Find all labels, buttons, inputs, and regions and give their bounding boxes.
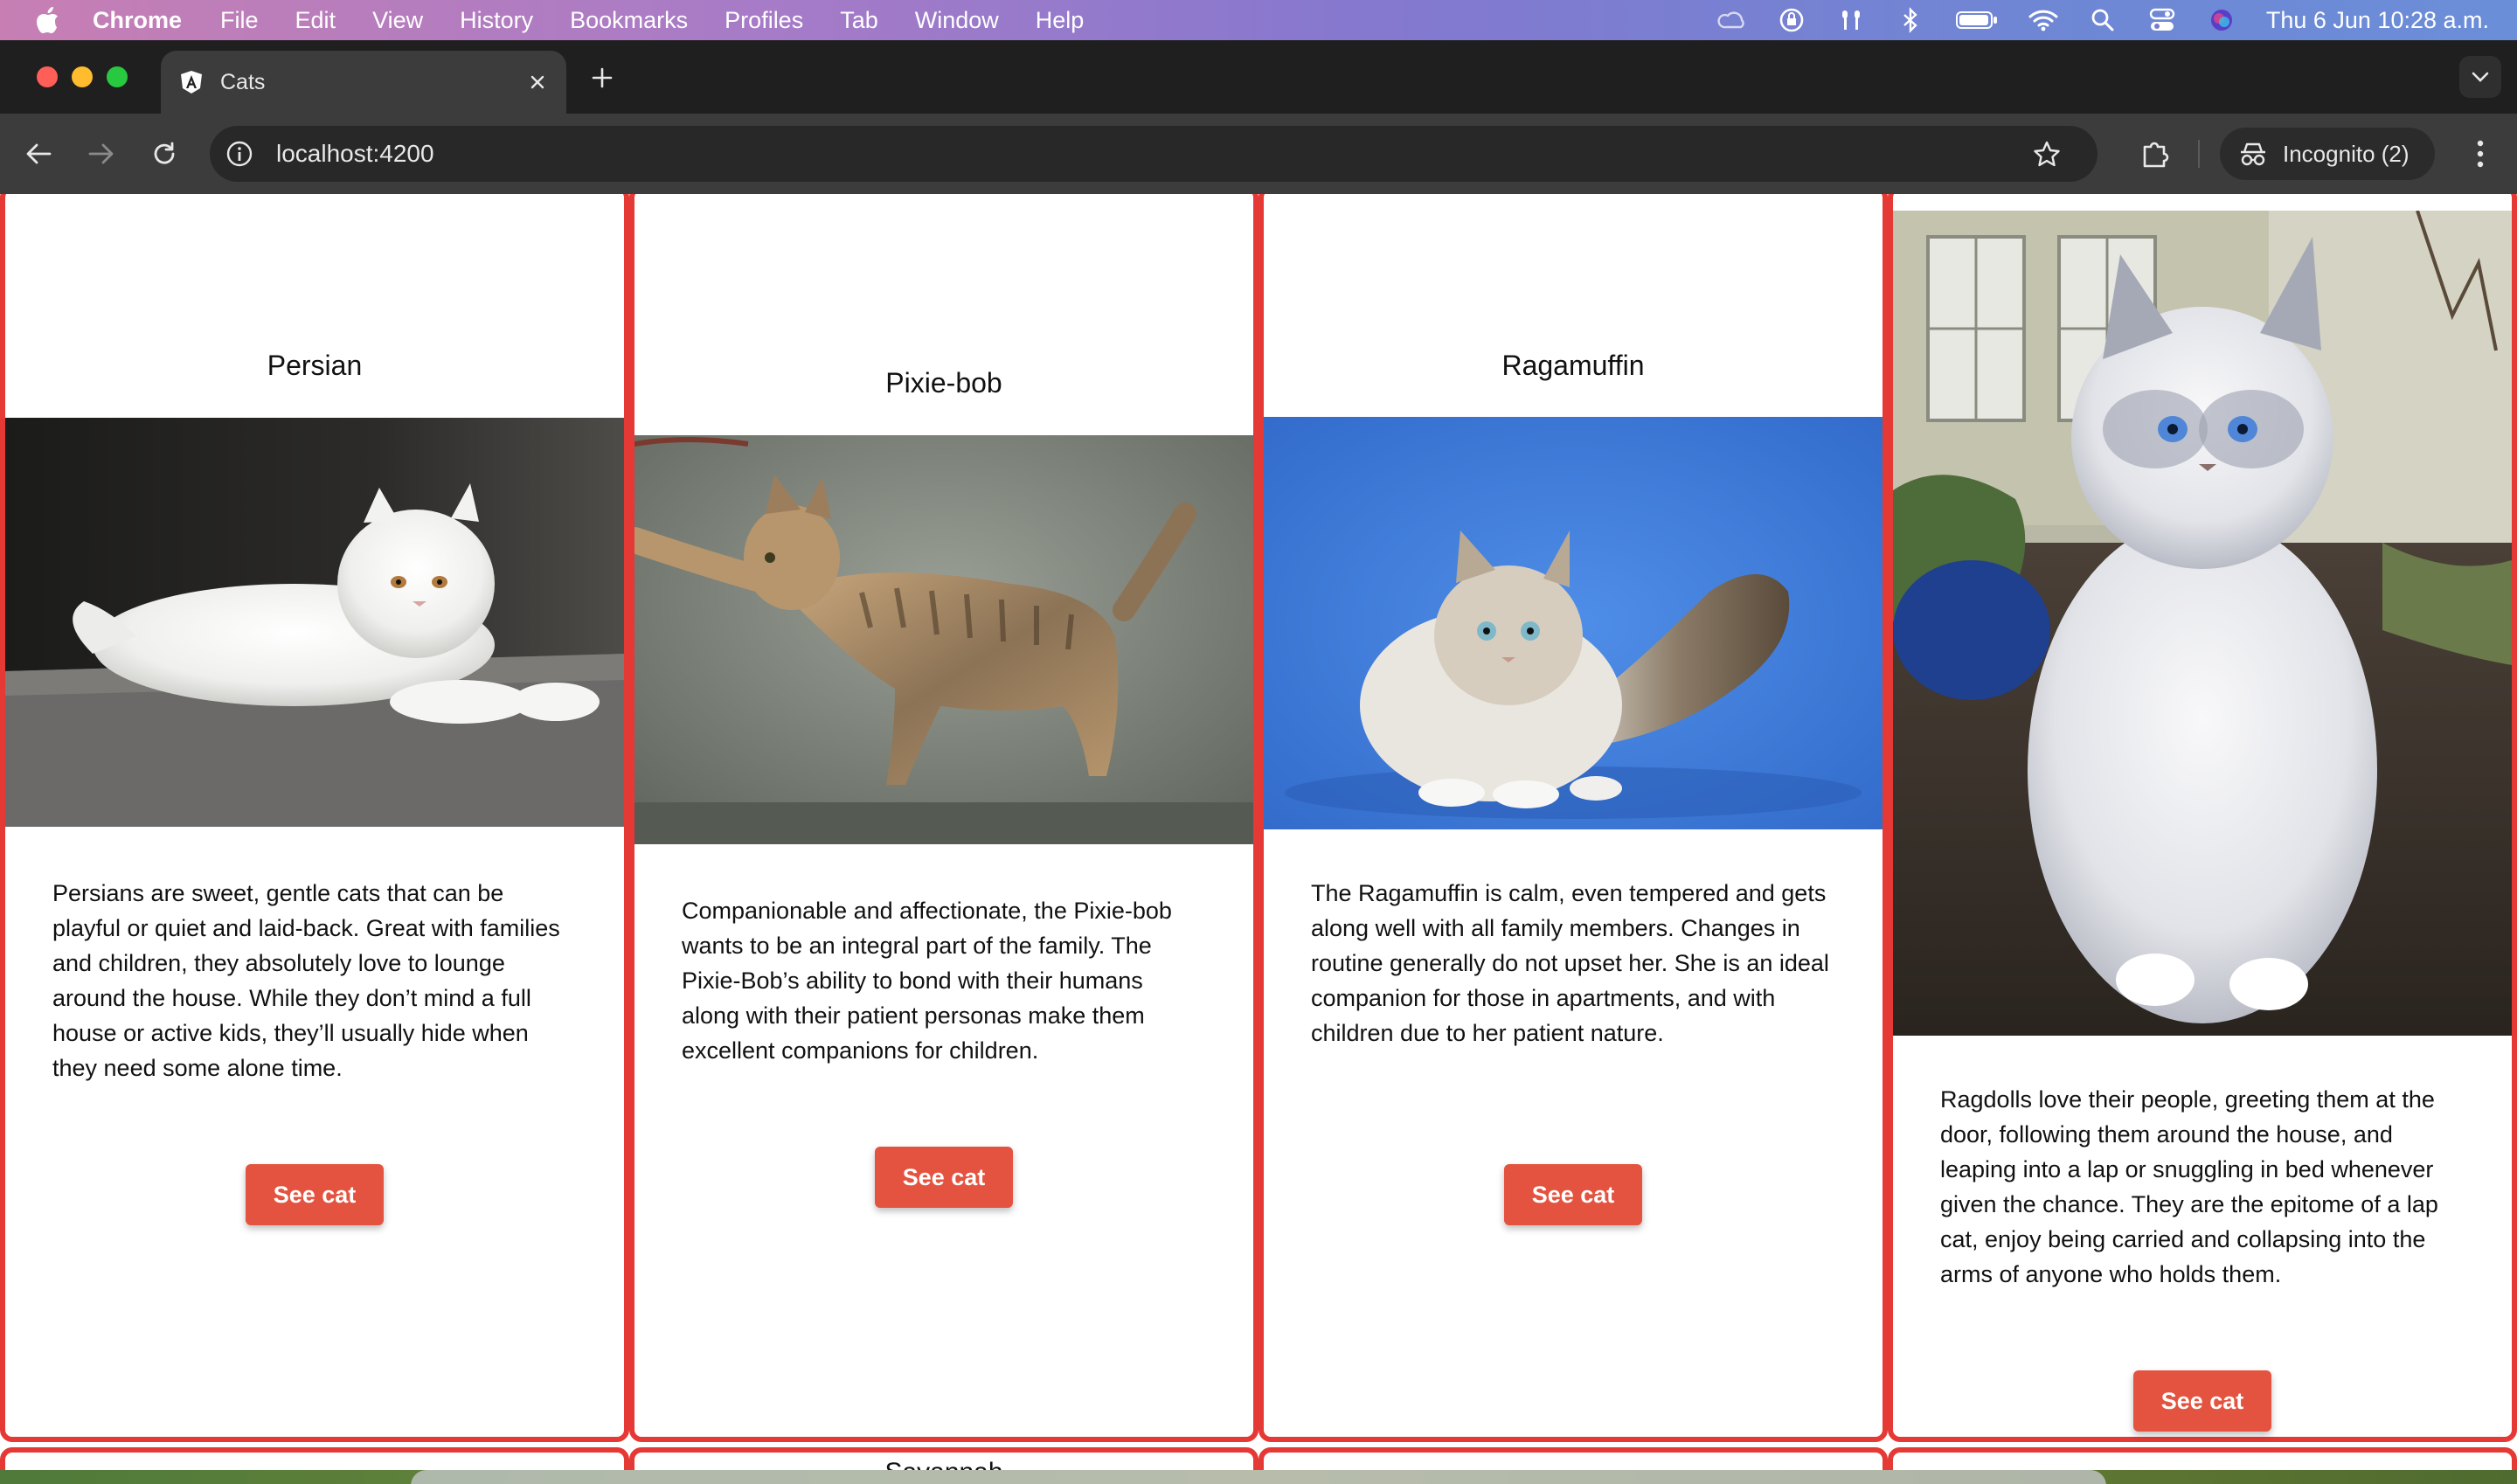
wifi-icon[interactable] — [2028, 7, 2058, 33]
card-title: Ragamuffin — [1501, 350, 1645, 381]
airpods-icon[interactable] — [1836, 7, 1866, 33]
bluetooth-icon[interactable] — [1896, 7, 1925, 33]
window-zoom-button[interactable] — [107, 66, 128, 87]
vpn-icon[interactable] — [1777, 7, 1806, 33]
reload-icon[interactable] — [147, 136, 182, 171]
white-persian-cat-photo — [5, 418, 624, 827]
chrome-toolbar: localhost:4200 Incognito (2) — [0, 114, 2517, 194]
menu-window[interactable]: Window — [915, 7, 999, 34]
control-center-icon[interactable] — [2147, 7, 2177, 33]
card-title: Persian — [267, 350, 363, 381]
see-cat-button[interactable]: See cat — [875, 1147, 1013, 1208]
ragdoll-cat-photo — [1893, 211, 2512, 1036]
apple-logo-icon[interactable] — [35, 6, 59, 34]
menu-history[interactable]: History — [460, 7, 533, 34]
incognito-profile-button[interactable]: Incognito (2) — [2220, 128, 2435, 180]
new-tab-plus-icon[interactable] — [587, 63, 617, 93]
window-close-button[interactable] — [37, 66, 58, 87]
bookmark-star-icon[interactable] — [2029, 136, 2064, 171]
menu-bar-clock[interactable]: Thu 6 Jun 10:28 a.m. — [2266, 7, 2489, 34]
menu-bookmarks[interactable]: Bookmarks — [570, 7, 688, 34]
spotlight-icon[interactable] — [2088, 7, 2118, 33]
tab-title: Cats — [220, 69, 266, 94]
url-text[interactable]: localhost:4200 — [276, 140, 2029, 168]
card-description: Companionable and affectionate, the Pixi… — [682, 898, 1172, 1064]
menu-profiles[interactable]: Profiles — [725, 7, 803, 34]
extensions-puzzle-icon[interactable] — [2136, 135, 2174, 173]
address-bar[interactable]: localhost:4200 — [210, 126, 2098, 182]
chrome-tab-strip: Cats — [0, 40, 2517, 114]
toolbar-divider — [2198, 140, 2200, 168]
see-cat-button[interactable]: See cat — [246, 1164, 384, 1225]
chrome-menu-kebab-icon[interactable] — [2463, 135, 2498, 173]
menu-help[interactable]: Help — [1036, 7, 1085, 34]
creative-cloud-icon[interactable] — [1717, 7, 1747, 33]
page-viewport[interactable]: Persian Persians are sweet, gentle cats … — [0, 194, 2517, 1484]
cat-card-persian: Persian Persians are sweet, gentle cats … — [0, 194, 629, 1442]
menu-edit[interactable]: Edit — [295, 7, 336, 34]
incognito-icon — [2241, 142, 2265, 166]
see-cat-button[interactable]: See cat — [1504, 1164, 1642, 1225]
tabby-pixie-bob-cat-photo — [634, 435, 1253, 844]
tab-close-icon[interactable] — [524, 69, 551, 95]
incognito-label: Incognito (2) — [2283, 140, 2410, 167]
menu-tab[interactable]: Tab — [840, 7, 878, 34]
menu-app-chrome[interactable]: Chrome — [93, 7, 182, 34]
menu-bar-status-area: Thu 6 Jun 10:28 a.m. — [1717, 0, 2517, 40]
site-info-icon[interactable] — [224, 138, 255, 170]
tab-search-chevron-down-icon[interactable] — [2459, 56, 2501, 98]
card-title: Pixie-bob — [885, 367, 1002, 399]
angular-favicon-icon — [181, 71, 202, 94]
macos-menu-bar: Chrome File Edit View History Bookmarks … — [0, 0, 2517, 40]
cat-card-ragamuffin: Ragamuffin The Ragamuffin is calm, even … — [1258, 194, 1888, 1442]
ragamuffin-cat-photo — [1264, 417, 1883, 829]
menu-view[interactable]: View — [372, 7, 423, 34]
card-description: Persians are sweet, gentle cats that can… — [52, 880, 560, 1081]
cat-card-ragdoll: Ragdolls love their people, greeting the… — [1888, 194, 2517, 1442]
window-minimize-button[interactable] — [72, 66, 93, 87]
see-cat-button[interactable]: See cat — [2133, 1370, 2271, 1432]
siri-icon[interactable] — [2207, 7, 2236, 33]
macos-dock[interactable] — [411, 1470, 2106, 1484]
cat-card-pixie-bob: Pixie-bob Companionable and affectionate… — [629, 194, 1258, 1442]
back-arrow-icon[interactable] — [21, 136, 56, 171]
tab-cats[interactable]: Cats — [161, 51, 566, 114]
card-description: Ragdolls love their people, greeting the… — [1940, 1086, 2438, 1287]
card-description: The Ragamuffin is calm, even tempered an… — [1311, 880, 1829, 1046]
forward-arrow-icon[interactable] — [84, 136, 119, 171]
battery-icon[interactable] — [1955, 7, 1999, 33]
menu-file[interactable]: File — [220, 7, 259, 34]
